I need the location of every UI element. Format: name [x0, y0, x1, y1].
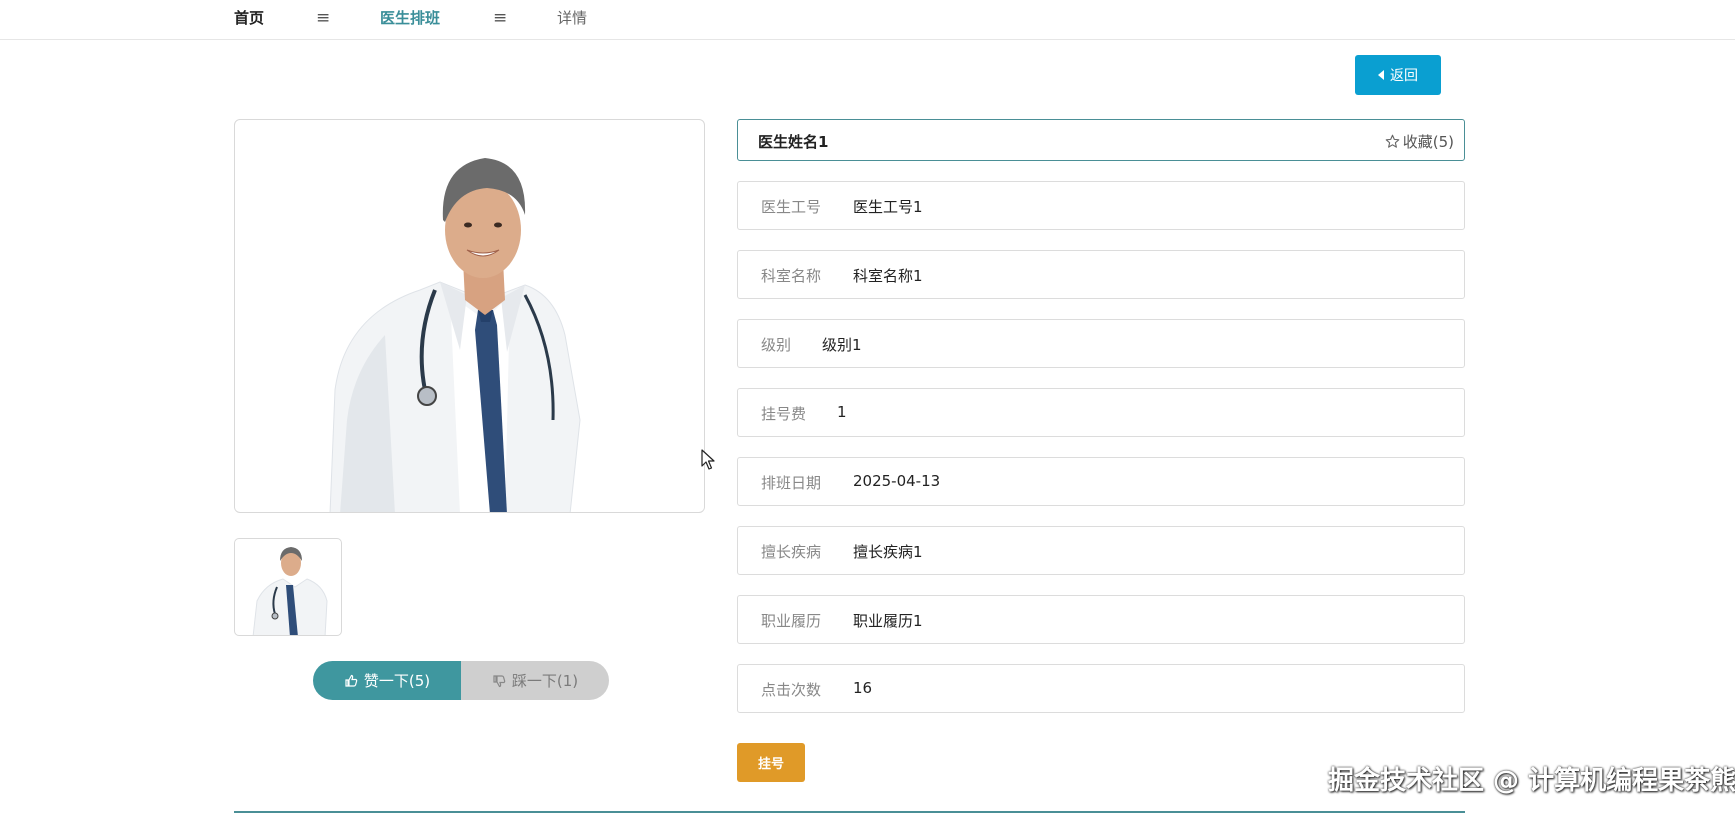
dislike-button[interactable]: 踩一下(1) [461, 661, 609, 700]
field-label: 职业履历 [761, 612, 822, 630]
field-value: 职业履历1 [853, 612, 923, 630]
field-value: 级别1 [822, 336, 862, 354]
favorite-button[interactable]: 收藏(5) [1385, 131, 1454, 152]
field-fee: 挂号费 1 [737, 388, 1465, 437]
doctor-illustration [329, 158, 581, 512]
field-value: 擅长疾病1 [853, 543, 923, 561]
thumbs-up-icon [345, 674, 358, 687]
field-value: 2025-04-13 [853, 472, 941, 490]
breadcrumb-home-link[interactable]: 首页 [234, 7, 264, 29]
doctor-title-bar: 医生姓名1 收藏(5) [737, 119, 1465, 161]
field-label: 医生工号 [761, 198, 822, 216]
field-label: 擅长疾病 [761, 543, 822, 561]
field-label: 挂号费 [761, 405, 807, 423]
doctor-name: 医生姓名1 [758, 133, 829, 151]
watermark: 掘金技术社区 @ 计算机编程果茶熊 [1328, 766, 1735, 796]
field-department: 科室名称 科室名称1 [737, 250, 1465, 299]
vote-group: 赞一下(5) 踩一下(1) [313, 661, 609, 700]
doctor-photo [234, 119, 705, 513]
field-label: 级别 [761, 336, 792, 354]
field-specialty: 擅长疾病 擅长疾病1 [737, 526, 1465, 575]
like-label: 赞一下(5) [363, 672, 431, 690]
field-label: 科室名称 [761, 267, 822, 285]
breadcrumb-current: 详情 [557, 9, 588, 27]
field-schedule-date: 排班日期 2025-04-13 [737, 457, 1465, 506]
mouse-cursor-icon [701, 449, 715, 470]
breadcrumb: 首页 ≡ 医生排班 ≡ 详情 [0, 0, 1735, 40]
register-button[interactable]: 挂号 [737, 743, 805, 782]
field-value: 科室名称1 [853, 267, 923, 285]
thumbs-down-icon [493, 674, 506, 687]
caret-left-icon [1378, 70, 1384, 80]
field-click-count: 点击次数 16 [737, 664, 1465, 713]
field-value: 1 [837, 403, 847, 421]
menu-icon: ≡ [493, 8, 508, 28]
back-button-label: 返回 [1390, 68, 1418, 84]
field-label: 排班日期 [761, 474, 822, 492]
divider [234, 811, 1465, 813]
doctor-thumbnail-illustration [252, 547, 328, 635]
menu-icon: ≡ [316, 8, 331, 28]
field-label: 点击次数 [761, 681, 822, 699]
field-level: 级别 级别1 [737, 319, 1465, 368]
doctor-thumbnail[interactable] [234, 538, 342, 636]
back-button[interactable]: 返回 [1355, 55, 1441, 95]
favorite-label: 收藏(5) [1402, 133, 1454, 151]
breadcrumb-section-link[interactable]: 医生排班 [380, 7, 440, 29]
like-button[interactable]: 赞一下(5) [313, 661, 461, 700]
field-career: 职业履历 职业履历1 [737, 595, 1465, 644]
field-value: 16 [853, 679, 873, 697]
dislike-label: 踩一下(1) [511, 672, 579, 690]
field-doctor-id: 医生工号 医生工号1 [737, 181, 1465, 230]
field-value: 医生工号1 [853, 198, 923, 216]
star-outline-icon [1385, 134, 1400, 148]
